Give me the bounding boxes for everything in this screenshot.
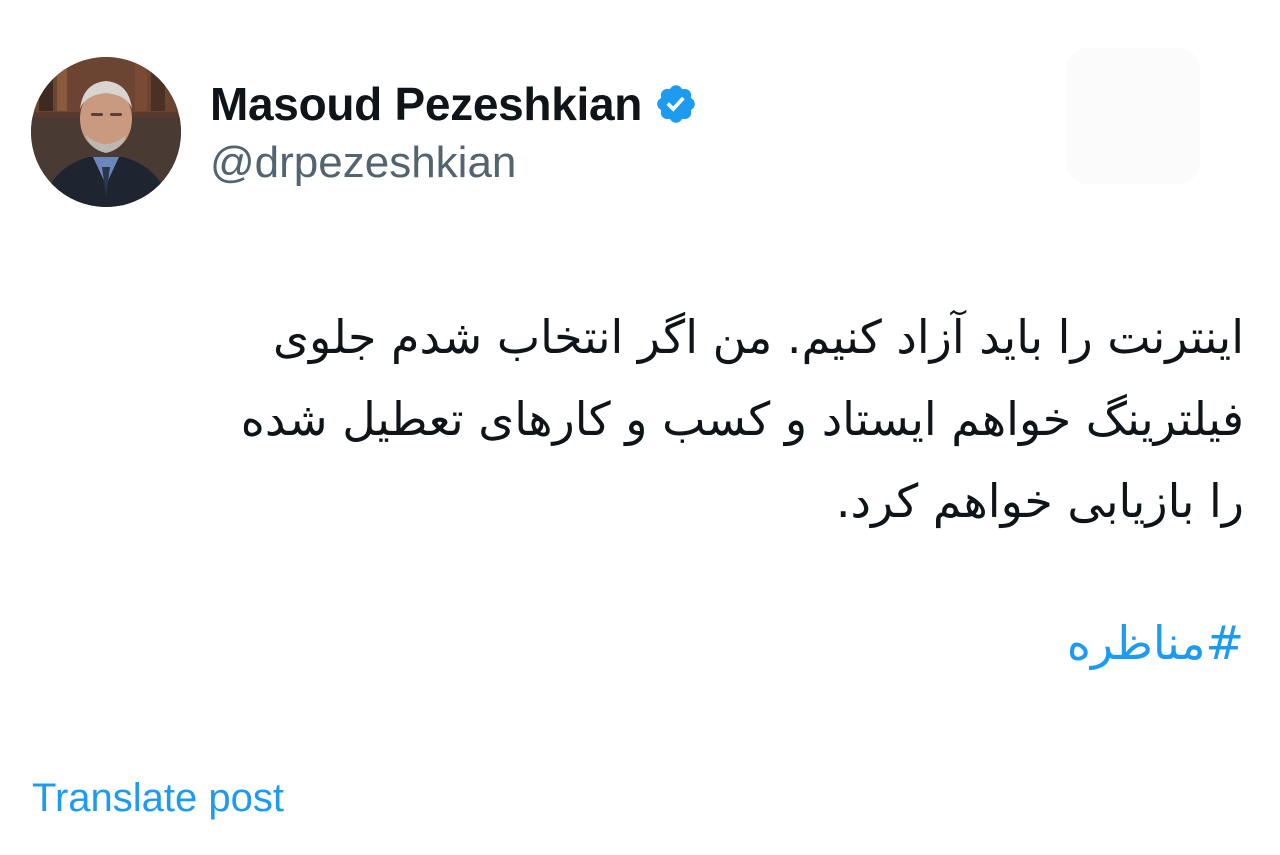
post-text-line: فیلترینگ خواهم ایستاد و کسب و کارهای تعط… [240,392,1244,446]
user-handle[interactable]: @drpezeshkian [210,138,516,188]
watermark [1066,48,1200,184]
translate-post-link[interactable]: Translate post [32,776,284,821]
author-name-row: Masoud Pezeshkian [210,76,698,132]
avatar-photo [31,57,181,207]
post-text-line: اینترنت را باید آزاد کنیم. من اگر انتخاب… [272,310,1244,364]
avatar[interactable] [31,57,181,207]
verified-badge-icon [654,82,698,126]
display-name[interactable]: Masoud Pezeshkian [210,77,642,131]
post-text-line: را بازیابی خواهم کرد. [835,474,1244,528]
tweet-card: Masoud Pezeshkian @drpezeshkian اینترنت … [0,0,1280,855]
hashtag-link[interactable]: #مناظره [1067,616,1244,670]
post-text: اینترنت را باید آزاد کنیم. من اگر انتخاب… [44,296,1244,542]
